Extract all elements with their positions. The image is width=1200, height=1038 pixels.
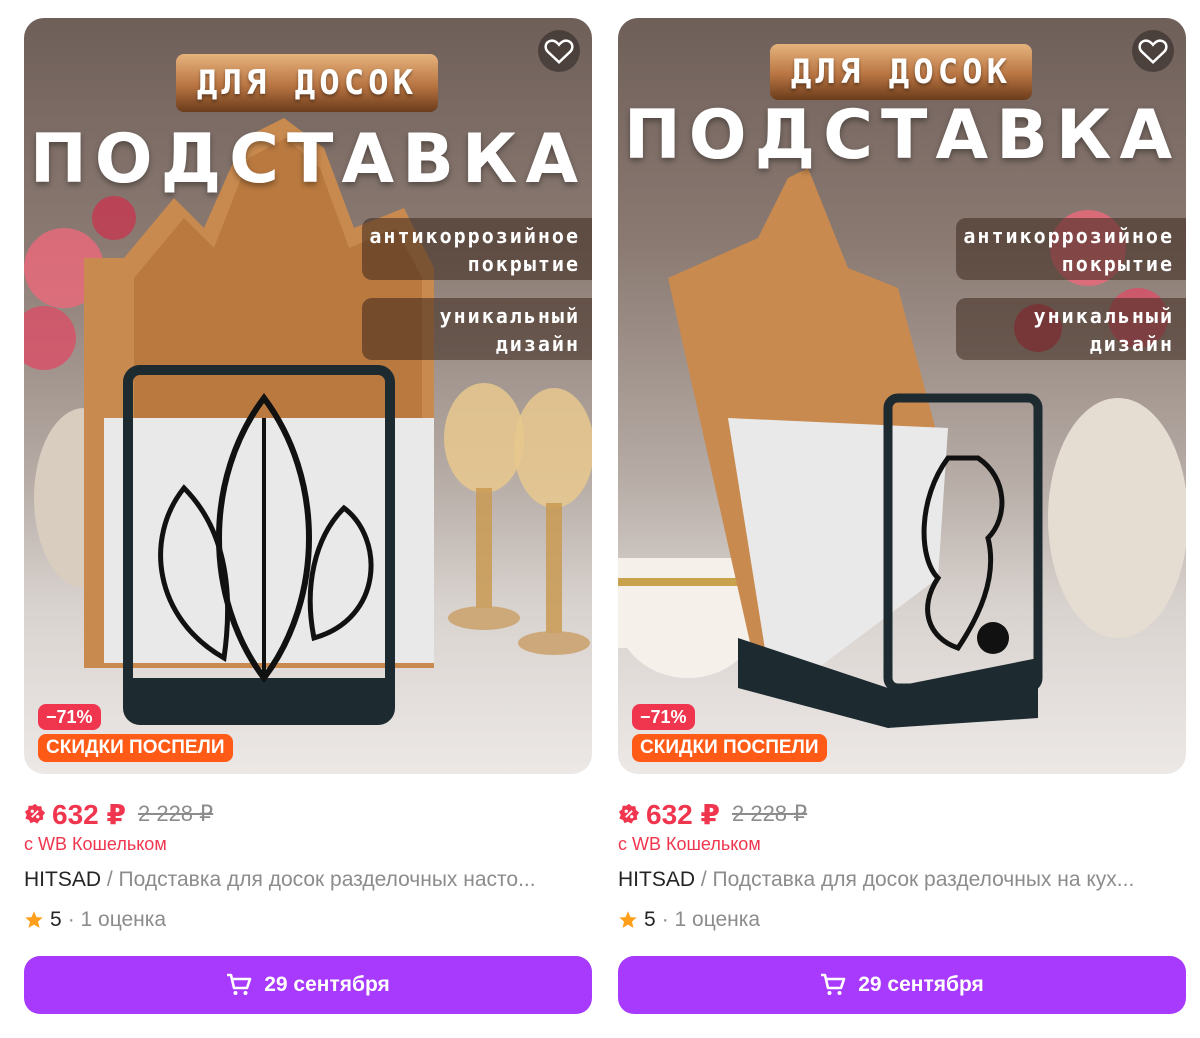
product-image[interactable]: ДЛЯ ДОСОК ПОДСТАВКА антикоррозийное покр… <box>24 18 592 774</box>
feature-line: антикоррозийное <box>369 224 580 248</box>
feature-label: антикоррозийное покрытие <box>956 218 1186 280</box>
product-title[interactable]: HITSAD / Подставка для досок разделочных… <box>24 868 592 892</box>
feature-label: антикоррозийное покрытие <box>362 218 592 280</box>
product-name: Подставка для досок разделочных насто... <box>118 868 536 891</box>
feature-line: антикоррозийное <box>963 224 1174 248</box>
image-top-label: ДЛЯ ДОСОК <box>770 44 1032 100</box>
product-title[interactable]: HITSAD / Подставка для досок разделочных… <box>618 868 1186 892</box>
rating-score: 5 <box>50 908 62 931</box>
image-top-label: ДЛЯ ДОСОК <box>176 54 438 112</box>
title-separator: / <box>695 868 713 891</box>
discount-badge: −71% <box>38 704 101 730</box>
rating-count: · 1 оценка <box>67 908 167 931</box>
heart-icon <box>1138 39 1168 64</box>
product-card[interactable]: ДЛЯ ДОСОК ПОДСТАВКА антикоррозийное покр… <box>24 18 592 1014</box>
promo-badge: СКИДКИ ПОСПЕЛИ <box>38 734 233 762</box>
feature-line: покрытие <box>1061 252 1174 276</box>
star-icon <box>619 911 637 928</box>
wallet-note: с WB Кошельком <box>24 834 167 854</box>
image-headline: ПОДСТАВКА <box>29 120 587 199</box>
add-to-cart-button[interactable]: 29 сентября <box>24 956 592 1014</box>
discount-badge: −71% <box>632 704 695 730</box>
price: 632 ₽ <box>646 798 720 830</box>
feature-line: дизайн <box>495 332 580 356</box>
add-to-cart-button[interactable]: 29 сентября <box>618 956 1186 1014</box>
brand-name: HITSAD <box>24 868 102 891</box>
feature-line: уникальный <box>439 304 580 328</box>
brand-name: HITSAD <box>618 868 696 891</box>
wishlist-button[interactable] <box>538 30 580 72</box>
rating-row: 5 · 1 оценка <box>24 908 166 932</box>
product-image[interactable]: ДЛЯ ДОСОК ПОДСТАВКА антикоррозийное покр… <box>618 18 1186 774</box>
rating-row: 5 · 1 оценка <box>618 908 760 932</box>
old-price: 2 228 ₽ <box>137 801 214 826</box>
discount-badge-icon <box>24 803 46 824</box>
image-headline: ПОДСТАВКА <box>623 96 1181 175</box>
feature-label: уникальный дизайн <box>362 298 592 360</box>
price-row: 632 ₽ 2 228 ₽ <box>24 796 213 832</box>
feature-line: дизайн <box>1089 332 1174 356</box>
title-separator: / <box>101 868 119 891</box>
wishlist-button[interactable] <box>1132 30 1174 72</box>
old-price: 2 228 ₽ <box>731 801 808 826</box>
price-row: 632 ₽ 2 228 ₽ <box>618 796 807 832</box>
discount-badge-icon <box>618 803 640 824</box>
delivery-date: 29 сентября <box>858 973 984 996</box>
feature-line: покрытие <box>467 252 580 276</box>
product-grid: ДЛЯ ДОСОК ПОДСТАВКА антикоррозийное покр… <box>0 0 1200 1038</box>
price: 632 ₽ <box>52 798 126 830</box>
cart-icon <box>820 973 846 997</box>
rating-count: · 1 оценка <box>661 908 761 931</box>
rating-score: 5 <box>644 908 656 931</box>
product-card[interactable]: ДЛЯ ДОСОК ПОДСТАВКА антикоррозийное покр… <box>618 18 1186 1014</box>
delivery-date: 29 сентября <box>264 973 390 996</box>
product-name: Подставка для досок разделочных на кух..… <box>712 868 1135 891</box>
feature-line: уникальный <box>1033 304 1174 328</box>
heart-icon <box>544 39 574 64</box>
promo-badge: СКИДКИ ПОСПЕЛИ <box>632 734 827 762</box>
feature-label: уникальный дизайн <box>956 298 1186 360</box>
cart-icon <box>226 973 252 997</box>
star-icon <box>25 911 43 928</box>
wallet-note: с WB Кошельком <box>618 834 761 854</box>
